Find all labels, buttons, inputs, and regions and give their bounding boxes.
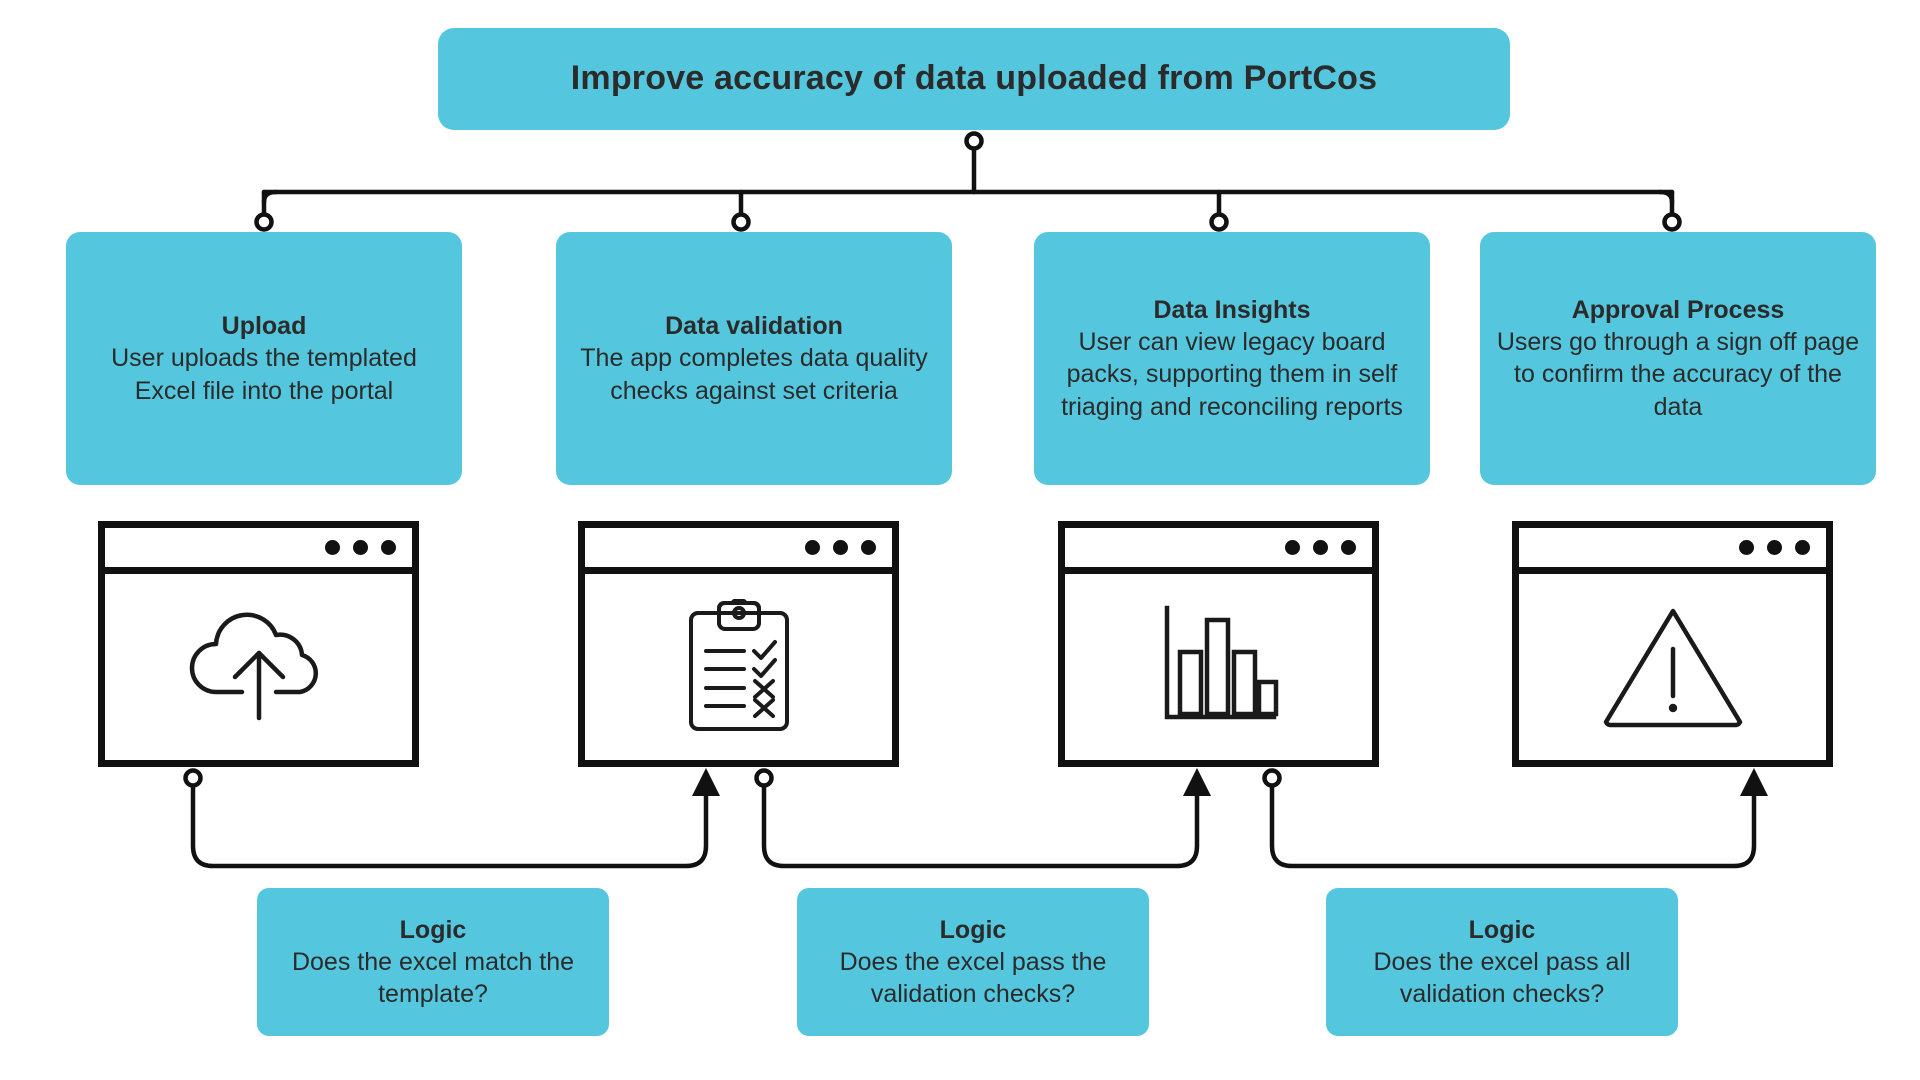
stage-title: Approval Process [1571,295,1785,324]
stage-title: Upload [221,312,307,340]
wire-logic-loop-2 [1269,777,1757,869]
arrowhead-0 [692,768,720,796]
endpoint-loop-0 [183,768,203,788]
clipboard-checklist-icon [688,599,789,731]
wire-root-elbow-0 [261,189,279,205]
root-goal-title: Improve accuracy of data uploaded from P… [570,59,1378,98]
wire-root-elbow-3 [1657,189,1675,205]
window-frame-upload[interactable] [98,521,419,767]
window-content [585,574,892,760]
window-content [1065,574,1372,760]
window-dot-icon [1739,540,1754,555]
window-dot-icon [1341,540,1356,555]
window-frame-data-insights[interactable] [1058,521,1379,767]
logic-card-template-match[interactable]: Logic Does the excel match the template? [257,888,609,1036]
window-titlebar [1065,528,1372,574]
window-dot-icon [833,540,848,555]
arrowhead-2 [1740,768,1768,796]
window-dot-icon [325,540,340,555]
window-dot-icon [353,540,368,555]
logic-card-validation-checks[interactable]: Logic Does the excel pass the validation… [797,888,1149,1036]
logic-body: Does the excel pass the validation check… [839,947,1107,1009]
stage-card-upload[interactable]: Upload User uploads the templated Excel … [66,232,462,485]
warning-triangle-icon [1603,608,1742,728]
window-titlebar [105,528,412,574]
endpoint-root [964,131,984,151]
arrowhead-group [692,768,1768,796]
logic-body: Does the excel match the template? [291,947,575,1009]
stage-card-approval-process[interactable]: Approval Process Users go through a sign… [1480,232,1876,485]
stage-body: The app completes data quality checks ag… [580,344,928,405]
window-dot-icon [381,540,396,555]
arrowhead-1 [1183,768,1211,796]
window-dot-icon [1313,540,1328,555]
logic-body: Does the excel pass all validation check… [1373,947,1631,1009]
stage-title: Data Insights [1153,295,1311,324]
bar-chart-icon [1164,605,1278,720]
logic-title: Logic [1468,915,1536,944]
logic-title: Logic [399,915,467,944]
window-dot-icon [861,540,876,555]
window-dot-icon [1285,540,1300,555]
endpoint-loop-2 [1262,768,1282,788]
stage-body: User uploads the templated Excel file in… [111,344,417,405]
window-frame-data-validation[interactable] [578,521,899,767]
endpoint-stage-2 [1209,212,1229,232]
window-content [1519,574,1826,760]
window-dot-icon [805,540,820,555]
stage-card-data-insights[interactable]: Data Insights User can view legacy board… [1034,232,1430,485]
cloud-upload-icon [189,612,318,721]
window-content [105,574,412,760]
window-dot-icon [1795,540,1810,555]
stage-body: User can view legacy board packs, suppor… [1061,327,1403,421]
diagram-canvas: Improve accuracy of data uploaded from P… [0,0,1920,1080]
endpoint-loop-1 [754,768,774,788]
stage-body: Users go through a sign off page to conf… [1496,327,1860,421]
window-frame-approval-process[interactable] [1512,521,1833,767]
endpoint-stage-1 [731,212,751,232]
logic-title: Logic [939,915,1007,944]
stage-card-data-validation[interactable]: Data validation The app completes data q… [556,232,952,485]
window-titlebar [585,528,892,574]
endpoint-stage-3 [1662,212,1682,232]
root-goal-card[interactable]: Improve accuracy of data uploaded from P… [438,28,1510,130]
window-titlebar [1519,528,1826,574]
stage-title: Data validation [665,312,843,340]
window-dot-icon [1767,540,1782,555]
wire-logic-loop-1 [761,777,1200,869]
endpoint-stage-0 [254,212,274,232]
logic-card-all-validation-checks[interactable]: Logic Does the excel pass all validation… [1326,888,1678,1036]
wire-logic-loop-0 [190,777,709,869]
